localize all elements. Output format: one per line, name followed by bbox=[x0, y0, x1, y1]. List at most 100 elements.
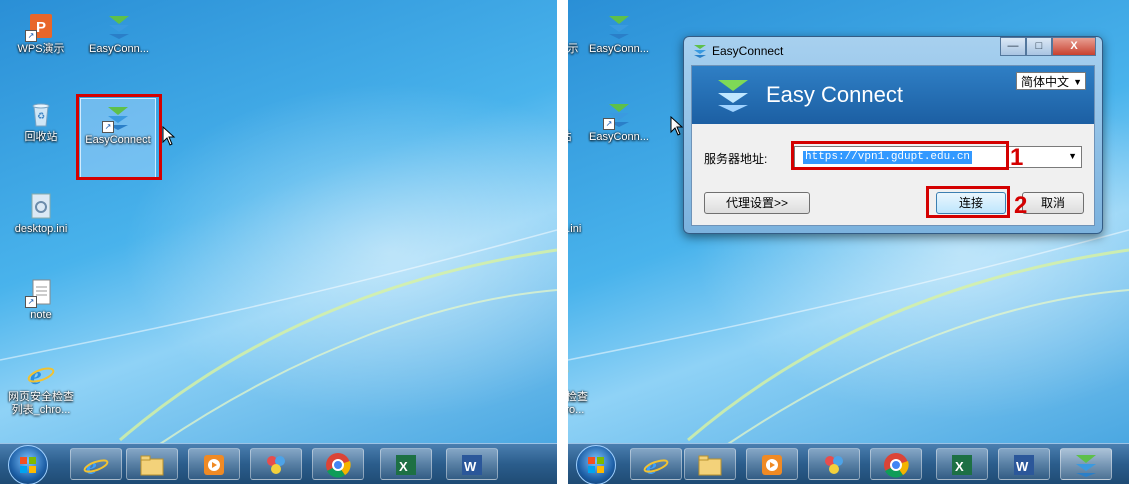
server-address-label: 服务器地址: bbox=[704, 152, 768, 166]
easyconnect-icon bbox=[694, 45, 706, 58]
paint-icon bbox=[825, 456, 843, 474]
easyconnect-icon bbox=[105, 12, 133, 40]
desktop-icon-desktop-ini[interactable]: desktop.ini bbox=[4, 192, 78, 236]
desktop-icon-ie-shortcut[interactable]: e 网页安全检查列表_chro... bbox=[4, 360, 78, 417]
internet-explorer-icon: e bbox=[643, 454, 669, 478]
desktop-icon-ie-shortcut[interactable]: e 网页安全检查列表_chro... bbox=[568, 360, 592, 417]
easyconnect-logo-icon bbox=[718, 80, 748, 112]
highlight-box bbox=[76, 94, 162, 180]
mouse-cursor-icon bbox=[670, 116, 684, 136]
highlight-box-connect bbox=[926, 186, 1010, 218]
taskbar: e X W bbox=[0, 443, 557, 484]
start-button[interactable] bbox=[576, 445, 616, 484]
minimize-button[interactable]: — bbox=[1000, 37, 1026, 56]
taskbar-paint[interactable] bbox=[808, 448, 860, 480]
taskbar: e X W bbox=[568, 443, 1129, 484]
file-explorer-icon bbox=[698, 455, 722, 476]
word-icon: W bbox=[1014, 455, 1034, 475]
desktop-icon-easyconnect[interactable]: EasyConn... bbox=[82, 12, 156, 56]
easyconnect-icon: ↗ bbox=[603, 100, 633, 130]
wps-presentation-icon: P ↗ bbox=[25, 12, 55, 42]
taskbar-file-explorer[interactable] bbox=[684, 448, 736, 480]
taskbar-media-player[interactable] bbox=[188, 448, 240, 480]
easyconnect-dialog: EasyConnect — □ X Easy Connect 简体中文 ▼ 服务… bbox=[683, 36, 1103, 234]
desktop-icon-label: WPS演示 bbox=[17, 43, 65, 55]
desktop-icon-label: note bbox=[30, 309, 52, 321]
text-file-icon: ↗ bbox=[568, 278, 569, 306]
desktop-icon-recycle-bin[interactable]: ♻ 回收站 bbox=[4, 100, 78, 144]
taskbar-chrome[interactable] bbox=[870, 448, 922, 480]
mouse-cursor-icon bbox=[162, 126, 176, 146]
close-button[interactable]: X bbox=[1052, 37, 1096, 56]
windows-logo-icon bbox=[588, 457, 604, 473]
svg-text:X: X bbox=[955, 459, 964, 474]
divider bbox=[557, 0, 568, 484]
taskbar-ie[interactable]: e bbox=[70, 448, 122, 480]
chrome-icon bbox=[326, 453, 351, 478]
window-controls: — □ X bbox=[1000, 37, 1096, 56]
chevron-down-icon: ▼ bbox=[1073, 77, 1082, 87]
word-icon: W bbox=[462, 455, 482, 475]
excel-icon: X bbox=[396, 455, 416, 475]
svg-text:W: W bbox=[1016, 459, 1029, 474]
left-desktop: P ↗ WPS演示 EasyConn... ♻ 回收站 ↗ EasyConnec… bbox=[0, 0, 557, 484]
taskbar-word[interactable]: W bbox=[446, 448, 498, 480]
taskbar-chrome[interactable] bbox=[312, 448, 364, 480]
easyconnect-icon bbox=[605, 12, 633, 40]
step-number-2: 2 bbox=[1014, 192, 1028, 219]
desktop-icon-easyconnect-2[interactable]: ↗ EasyConn... bbox=[582, 100, 656, 144]
desktop-icon-note[interactable]: ↗ note bbox=[568, 278, 592, 322]
media-player-icon bbox=[762, 455, 782, 475]
taskbar-ie[interactable]: e bbox=[630, 448, 682, 480]
file-explorer-icon bbox=[140, 455, 164, 476]
svg-text:X: X bbox=[399, 459, 408, 474]
desktop-icon-label: desktop.ini bbox=[14, 223, 68, 235]
taskbar-excel[interactable]: X bbox=[380, 448, 432, 480]
banner-title: Easy Connect bbox=[766, 82, 903, 107]
highlight-box-server bbox=[791, 141, 1009, 170]
taskbar-paint[interactable] bbox=[250, 448, 302, 480]
step-number-1: 1 bbox=[1010, 144, 1024, 171]
windows-logo-icon bbox=[20, 457, 36, 473]
cancel-button[interactable]: 取消 bbox=[1022, 192, 1084, 214]
recycle-bin-icon: ♻ bbox=[27, 100, 55, 128]
desktop-icon-label: note bbox=[568, 309, 592, 322]
start-button[interactable] bbox=[8, 445, 48, 484]
taskbar-file-explorer[interactable] bbox=[126, 448, 178, 480]
settings-file-icon bbox=[27, 192, 55, 220]
paint-icon bbox=[267, 456, 285, 474]
svg-text:P: P bbox=[36, 19, 46, 36]
chrome-icon bbox=[884, 453, 909, 478]
desktop-icon-easyconnect[interactable]: EasyConn... bbox=[582, 12, 656, 56]
taskbar-word[interactable]: W bbox=[998, 448, 1050, 480]
excel-icon: X bbox=[952, 455, 972, 475]
settings-file-icon bbox=[568, 192, 569, 220]
text-file-icon: ↗ bbox=[25, 278, 55, 308]
desktop-icon-label: EasyConn... bbox=[589, 131, 649, 143]
desktop-icon-label: 网页安全检查列表_chro... bbox=[568, 391, 588, 416]
recycle-bin-icon: ♻ bbox=[568, 100, 569, 128]
desktop-icon-label: 回收站 bbox=[24, 131, 58, 143]
proxy-settings-button[interactable]: 代理设置>> bbox=[704, 192, 810, 214]
wallpaper-swoosh bbox=[0, 229, 557, 445]
desktop-icon-label: desktop.ini bbox=[568, 223, 582, 235]
media-player-icon bbox=[204, 455, 224, 475]
desktop-icon-note[interactable]: ↗ note bbox=[4, 278, 78, 322]
language-value: 简体中文 bbox=[1021, 75, 1070, 89]
maximize-button[interactable]: □ bbox=[1026, 37, 1052, 56]
taskbar-media-player[interactable] bbox=[746, 448, 798, 480]
taskbar-excel[interactable]: X bbox=[936, 448, 988, 480]
dialog-banner: Easy Connect 简体中文 ▼ bbox=[692, 66, 1094, 124]
dialog-title: EasyConnect bbox=[712, 44, 784, 58]
language-select[interactable]: 简体中文 ▼ bbox=[1016, 72, 1086, 90]
taskbar-easyconnect[interactable] bbox=[1060, 448, 1112, 480]
svg-text:♻: ♻ bbox=[37, 111, 45, 121]
wps-presentation-icon: P ↗ bbox=[568, 12, 569, 40]
desktop-icon-wps[interactable]: P ↗ WPS演示 bbox=[4, 12, 78, 56]
desktop-icon-label: EasyConn... bbox=[89, 43, 149, 55]
chevron-down-icon: ▼ bbox=[1068, 151, 1077, 161]
desktop-icon-desktop-ini[interactable]: desktop.ini bbox=[568, 192, 592, 236]
desktop-icon-label: 网页安全检查列表_chro... bbox=[8, 391, 74, 416]
easyconnect-icon bbox=[1076, 455, 1096, 477]
svg-text:W: W bbox=[464, 459, 477, 474]
